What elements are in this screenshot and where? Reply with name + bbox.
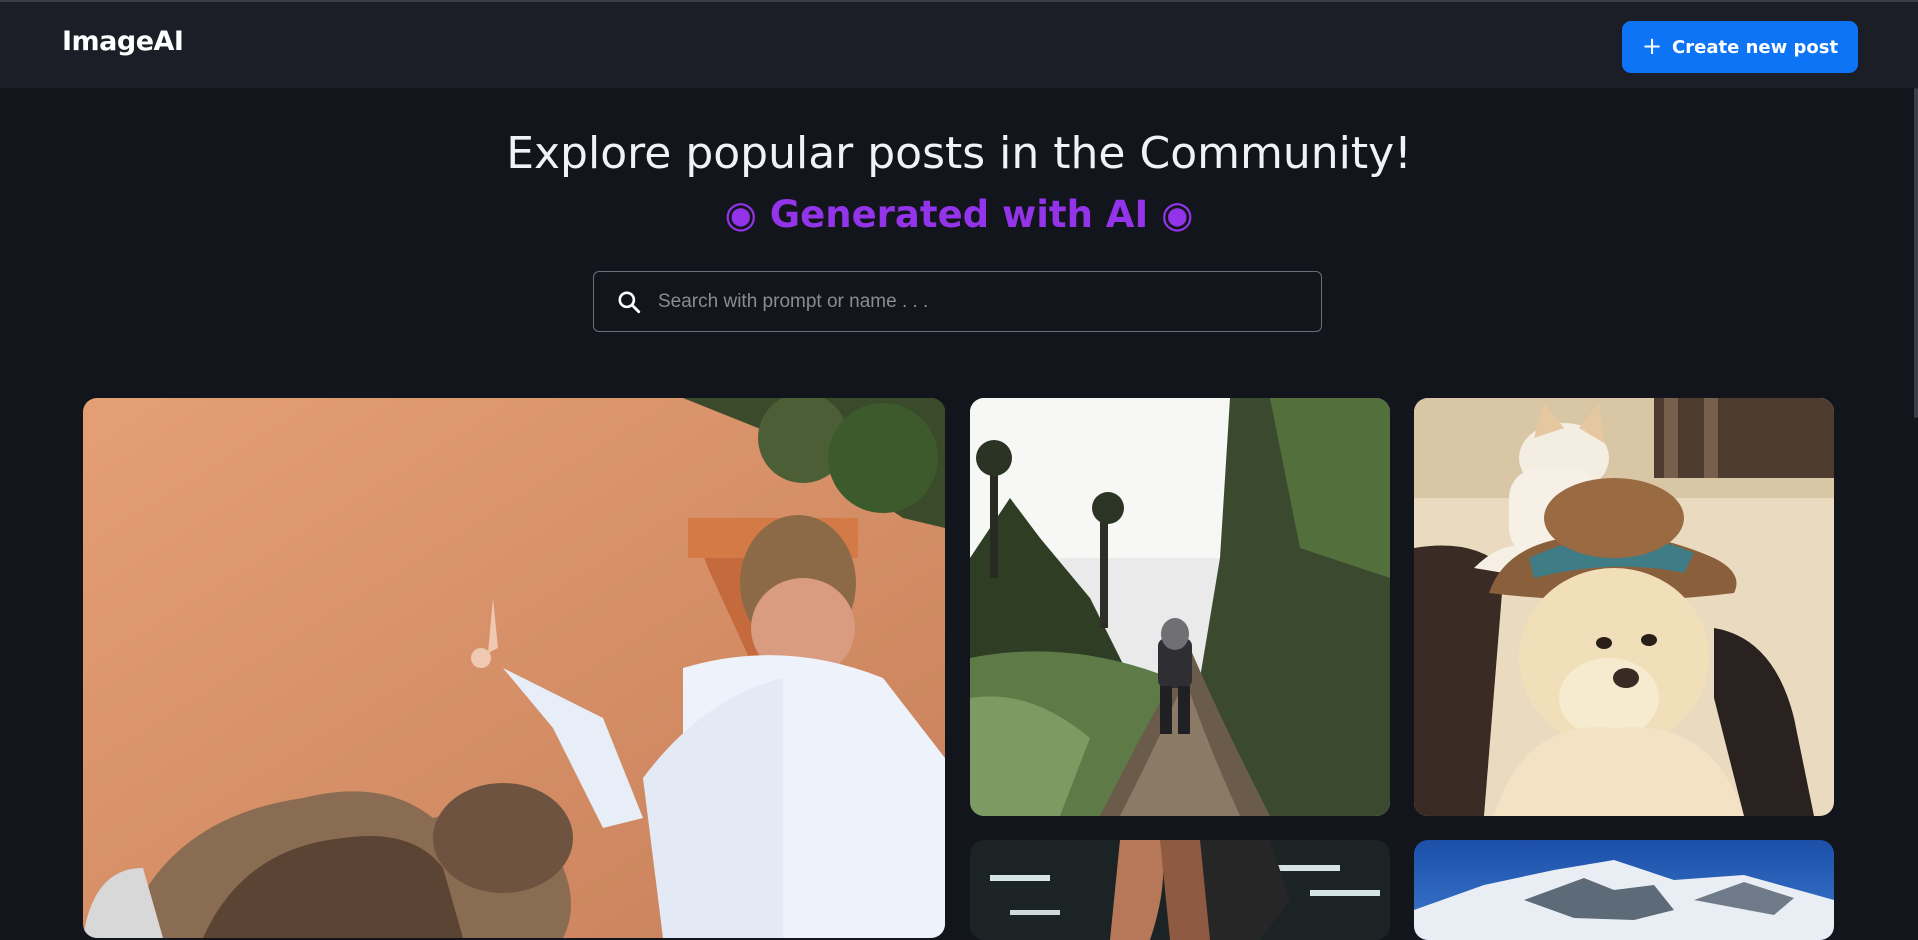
create-new-post-label: Create new post bbox=[1672, 36, 1839, 58]
post-card[interactable] bbox=[970, 398, 1390, 816]
post-image bbox=[83, 398, 945, 938]
plus-icon: + bbox=[1641, 32, 1663, 60]
post-image bbox=[1414, 398, 1834, 816]
page-subtitle: ◉ Generated with AI ◉ bbox=[724, 193, 1194, 236]
create-new-post-button[interactable]: + Create new post bbox=[1622, 21, 1858, 73]
search-icon bbox=[618, 290, 641, 313]
search-input[interactable] bbox=[656, 289, 1321, 314]
post-card[interactable] bbox=[970, 840, 1390, 940]
post-image bbox=[970, 398, 1390, 816]
post-card[interactable] bbox=[1414, 398, 1834, 816]
post-card[interactable] bbox=[1414, 840, 1834, 940]
post-image bbox=[970, 840, 1390, 940]
post-card[interactable] bbox=[83, 398, 945, 938]
search-bar[interactable] bbox=[593, 271, 1322, 332]
logo[interactable]: ImageAI bbox=[62, 26, 184, 57]
post-image bbox=[1414, 840, 1834, 940]
top-navbar: ImageAI + Create new post bbox=[0, 0, 1918, 88]
page-title: Explore popular posts in the Community! bbox=[506, 128, 1412, 179]
